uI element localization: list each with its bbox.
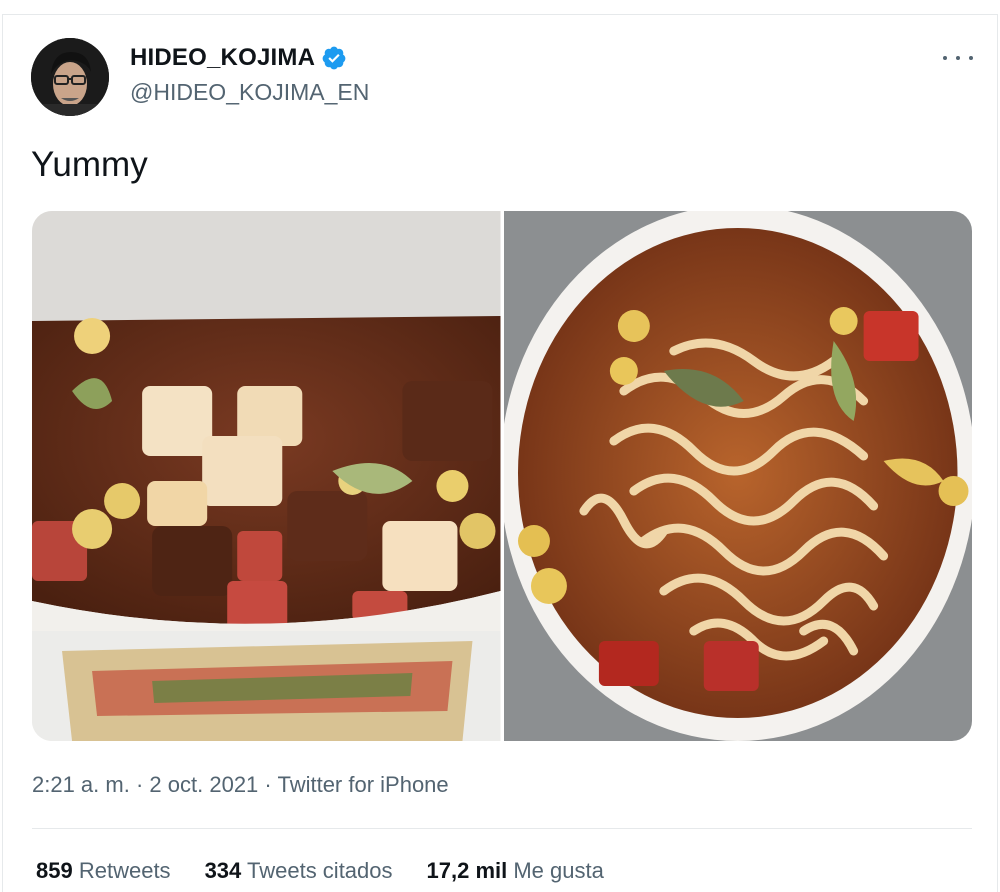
meta-separator: · <box>135 772 144 797</box>
user-handle[interactable]: @HIDEO_KOJIMA_EN <box>130 79 369 106</box>
quotes-count: 334 <box>204 858 242 883</box>
avatar[interactable] <box>31 38 109 116</box>
retweets-label: Retweets <box>78 858 171 883</box>
likes-count: 17,2 mil <box>426 858 508 883</box>
divider <box>32 828 972 829</box>
retweets-stat[interactable]: 859 Retweets <box>36 858 171 884</box>
tweet-time: 2:21 a. m. <box>32 772 130 797</box>
tweet-date: 2 oct. 2021 <box>149 772 259 797</box>
meta-separator: · <box>264 772 272 797</box>
tweet-media <box>32 211 972 741</box>
verified-badge-icon <box>321 45 347 71</box>
tweet-source[interactable]: Twitter for iPhone <box>277 772 448 797</box>
retweets-count: 859 <box>36 858 73 883</box>
tweet-meta: 2:21 a. m. · 2 oct. 2021 · Twitter for i… <box>32 772 449 798</box>
display-name-text: HIDEO_KOJIMA <box>130 44 316 71</box>
photo-ramen-cup-dry[interactable] <box>32 211 501 741</box>
photo-ramen-cup-cooked[interactable] <box>503 211 972 741</box>
quotes-label: Tweets citados <box>247 858 393 883</box>
display-name[interactable]: HIDEO_KOJIMA <box>130 44 347 72</box>
more-options-icon[interactable] <box>943 48 973 68</box>
likes-label: Me gusta <box>513 858 604 883</box>
tweet-stats: 859 Retweets 334 Tweets citados 17,2 mil… <box>36 858 604 884</box>
tweet-timestamp[interactable]: 2:21 a. m. · 2 oct. 2021 <box>32 772 258 797</box>
likes-stat[interactable]: 17,2 mil Me gusta <box>427 858 604 884</box>
avatar-image <box>31 38 109 116</box>
quotes-stat[interactable]: 334 Tweets citados <box>205 858 393 884</box>
tweet-text: Yummy <box>31 145 148 184</box>
